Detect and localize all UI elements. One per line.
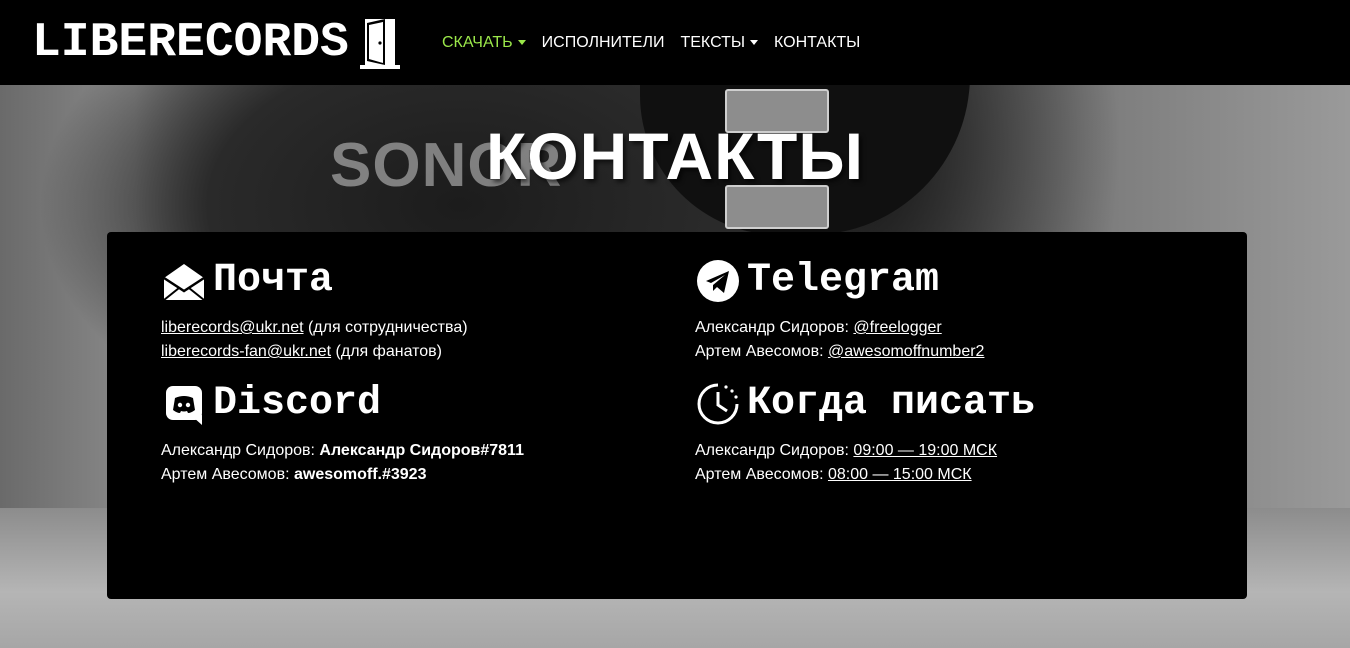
- email-note: (для фанатов): [331, 343, 442, 360]
- nav-menu: СКАЧАТЬ ИСПОЛНИТЕЛИ ТЕКСТЫ КОНТАКТЫ: [442, 0, 876, 85]
- nav-item-contacts[interactable]: КОНТАКТЫ: [774, 34, 860, 52]
- clock-icon: [697, 383, 739, 425]
- contact-name: Артем Авесомов:: [695, 466, 828, 483]
- mail-line: liberecords@ukr.net (для сотрудничества): [161, 316, 468, 340]
- telegram-link[interactable]: @freelogger: [853, 319, 941, 336]
- discord-tag: Александр Сидоров#7811: [319, 442, 524, 459]
- discord-title: Discord: [213, 381, 382, 426]
- nav-item-lyrics[interactable]: ТЕКСТЫ: [680, 33, 759, 52]
- discord-line: Александр Сидоров: Александр Сидоров#781…: [161, 439, 524, 463]
- telegram-line: Александр Сидоров: @freelogger: [695, 316, 984, 340]
- schedule-title: Когда писать: [747, 381, 1036, 426]
- schedule-link[interactable]: 08:00 — 15:00 МСК: [828, 466, 972, 483]
- discord-line: Артем Авесомов: awesomoff.#3923: [161, 463, 524, 487]
- page-title: КОНТАКТЫ: [486, 119, 864, 193]
- contact-name: Александр Сидоров:: [161, 442, 320, 459]
- email-note: (для сотрудничества): [303, 319, 468, 336]
- nav-item-label: ИСПОЛНИТЕЛИ: [541, 33, 665, 51]
- email-link[interactable]: liberecords-fan@ukr.net: [161, 343, 331, 360]
- envelope-icon: [163, 264, 205, 301]
- email-link[interactable]: liberecords@ukr.net: [161, 319, 304, 336]
- chevron-down-icon: [517, 40, 526, 45]
- discord-icon: [166, 386, 202, 425]
- chevron-down-icon: [750, 40, 759, 45]
- schedule-section: Когда писать Александр Сидоров: 09:00 — …: [695, 379, 1035, 487]
- telegram-icon: [697, 260, 739, 302]
- discord-section: Discord Александр Сидоров: Александр Сид…: [161, 379, 524, 487]
- contacts-panel: Почта liberecords@ukr.net (для сотруднич…: [107, 232, 1247, 599]
- door-icon: [359, 19, 400, 69]
- telegram-section: Telegram Александр Сидоров: @freelogger …: [695, 256, 984, 364]
- schedule-line: Александр Сидоров: 09:00 — 19:00 МСК: [695, 439, 1035, 463]
- telegram-title: Telegram: [747, 258, 940, 303]
- telegram-line: Артем Авесомов: @awesomoffnumber2: [695, 340, 984, 364]
- nav-item-label: СКАЧАТЬ: [442, 33, 513, 51]
- contact-name: Александр Сидоров:: [695, 319, 854, 336]
- nav-item-label: КОНТАКТЫ: [774, 33, 861, 51]
- brand-logo[interactable]: LIBERECORDS: [32, 14, 401, 72]
- nav-item-label: ТЕКСТЫ: [680, 33, 746, 51]
- logo-text: LIBERECORDS: [32, 16, 349, 70]
- telegram-link[interactable]: @awesomoffnumber2: [828, 343, 984, 360]
- discord-tag: awesomoff.#3923: [293, 466, 427, 483]
- navbar: LIBERECORDS СКАЧАТЬ ИСПОЛНИТЕЛИ ТЕКСТЫ К…: [0, 0, 1350, 85]
- contact-name: Артем Авесомов:: [161, 466, 294, 483]
- schedule-line: Артем Авесомов: 08:00 — 15:00 МСК: [695, 463, 1035, 487]
- mail-section: Почта liberecords@ukr.net (для сотруднич…: [161, 256, 468, 364]
- mail-title: Почта: [213, 258, 334, 303]
- mail-line: liberecords-fan@ukr.net (для фанатов): [161, 340, 468, 364]
- contact-name: Артем Авесомов:: [695, 343, 828, 360]
- schedule-link[interactable]: 09:00 — 19:00 МСК: [853, 442, 997, 459]
- nav-item-download[interactable]: СКАЧАТЬ: [442, 34, 526, 52]
- contact-name: Александр Сидоров:: [695, 442, 854, 459]
- nav-item-artists[interactable]: ИСПОЛНИТЕЛИ: [542, 34, 665, 52]
